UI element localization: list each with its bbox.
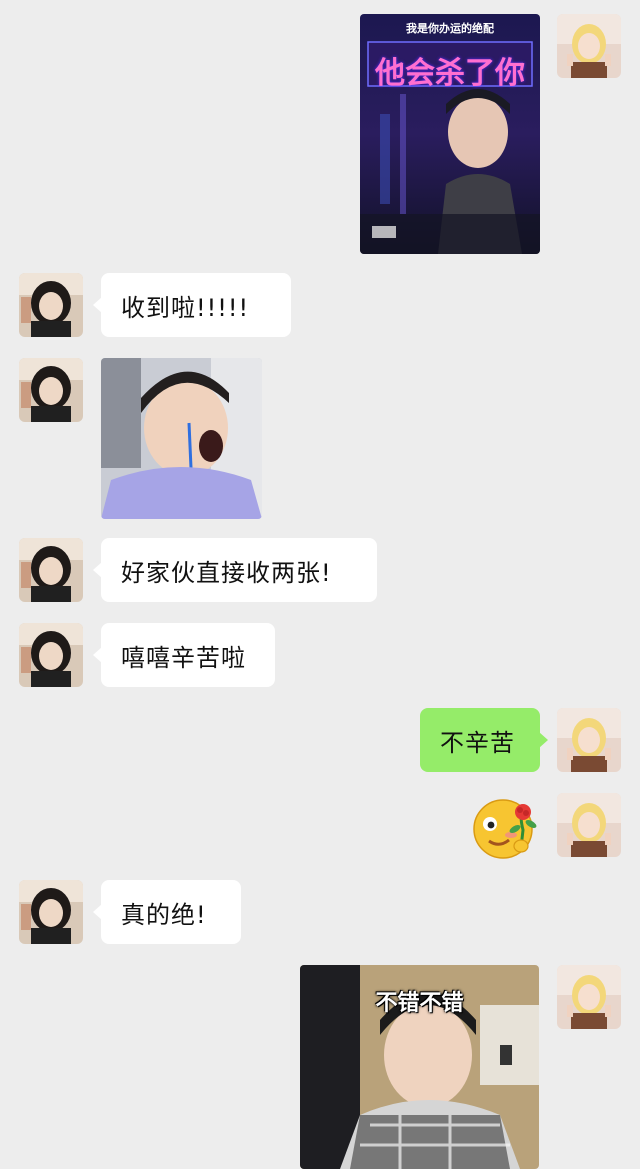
my-avatar[interactable] (557, 14, 621, 78)
message-bubble[interactable]: 不辛苦 (420, 708, 548, 772)
contact-avatar[interactable] (19, 880, 83, 944)
message-bubble[interactable]: 嘻嘻辛苦啦 (93, 623, 275, 687)
contact-avatar[interactable] (19, 273, 83, 337)
my-avatar[interactable] (557, 793, 621, 857)
my-avatar[interactable] (557, 708, 621, 772)
message-bubble[interactable]: 好家伙直接收两张! (93, 538, 377, 602)
poster-image[interactable]: 我是你办运的绝配 他会杀了你 (360, 14, 540, 254)
crying-face-sticker[interactable] (101, 358, 262, 519)
rose-smile-emoji-icon[interactable] (473, 796, 539, 862)
message-bubble[interactable]: 收到啦!!!!! (93, 273, 291, 337)
message-bubble[interactable]: 真的绝! (93, 880, 241, 944)
my-avatar[interactable] (557, 965, 621, 1029)
poster-title: 他会杀了你 (375, 56, 525, 91)
contact-avatar[interactable] (19, 623, 83, 687)
meme-caption: 不错不错 (375, 991, 464, 1016)
contact-avatar[interactable] (19, 358, 83, 422)
poster-top-banner: 我是你办运的绝配 (406, 22, 494, 35)
contact-avatar[interactable] (19, 538, 83, 602)
meme-sticker[interactable]: 不错不错 (300, 965, 539, 1169)
